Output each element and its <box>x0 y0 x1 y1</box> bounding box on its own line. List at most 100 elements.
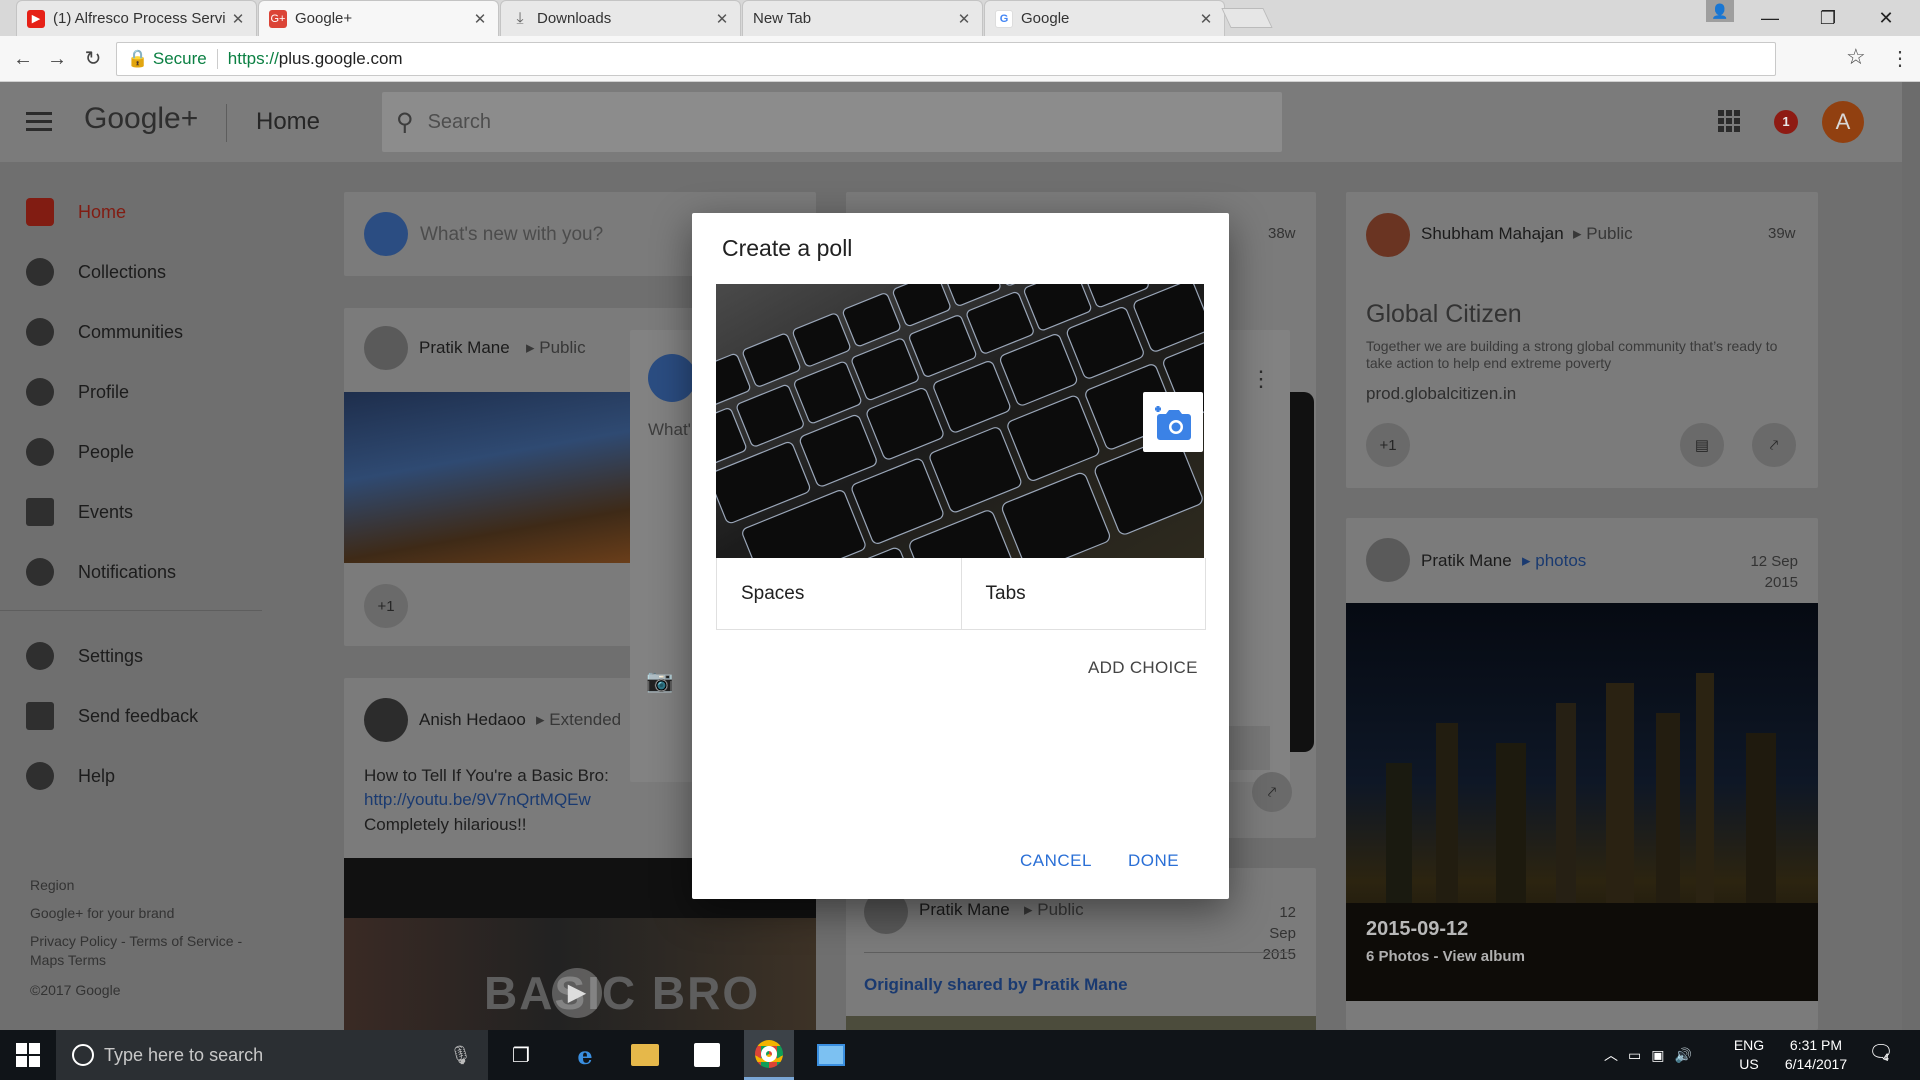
address-bar[interactable]: 🔒 Secure https:// plus.google.com <box>116 42 1776 76</box>
language-indicator[interactable]: ENG US <box>1732 1036 1766 1074</box>
secure-indicator[interactable]: 🔒 Secure <box>127 49 207 69</box>
minimize-button[interactable]: — <box>1742 0 1798 36</box>
post-audience[interactable]: ▸ photos <box>1522 551 1586 571</box>
window-close-button[interactable]: ✕ <box>1858 0 1914 36</box>
forward-arrow-icon[interactable]: → <box>42 46 72 72</box>
share-icon[interactable]: ⤤ <box>1752 423 1796 467</box>
microphone-icon[interactable]: 🎙 <box>449 1045 472 1066</box>
tab-google-plus[interactable]: G+ Google+ ✕ <box>258 0 499 36</box>
task-view-icon[interactable]: ❐ <box>496 1030 546 1080</box>
post-time[interactable]: 12 Sep 2015 <box>1750 551 1798 593</box>
sidebar-item-communities[interactable]: Communities <box>26 302 256 362</box>
sidebar-item-home[interactable]: Home <box>26 182 256 242</box>
google-plus-logo[interactable]: Google+ <box>84 102 198 136</box>
sidebar-item-label: Send feedback <box>78 705 199 726</box>
comment-icon[interactable]: ▤ <box>1680 423 1724 467</box>
sidebar-item-help[interactable]: Help <box>26 746 256 806</box>
tab-new-tab[interactable]: New Tab ✕ <box>742 0 983 36</box>
taskbar-search-input[interactable]: Type here to search 🎙 <box>56 1030 488 1080</box>
post-author[interactable]: Anish Hedaoo <box>419 710 526 730</box>
footer-brand-link[interactable]: Google+ for your brand <box>30 904 270 923</box>
kebab-menu-icon[interactable]: ⋮ <box>1250 366 1272 392</box>
network-icon[interactable]: ▣ <box>1651 1047 1664 1064</box>
album-photo[interactable] <box>1346 603 1818 1001</box>
new-tab-button[interactable] <box>1221 8 1273 28</box>
tab-alfresco[interactable]: ▶ (1) Alfresco Process Servi ✕ <box>16 0 257 36</box>
action-center-icon[interactable]: 🗨 4 <box>1866 1040 1896 1070</box>
app-window-icon[interactable] <box>806 1030 856 1080</box>
cancel-button[interactable]: CANCEL <box>1020 851 1092 871</box>
footer-region-link[interactable]: Region <box>30 876 270 895</box>
post-photo[interactable] <box>846 1016 1316 1030</box>
tab-downloads[interactable]: ⤓ Downloads ✕ <box>500 0 741 36</box>
poll-choice-input[interactable]: Spaces <box>717 558 961 629</box>
composer-text[interactable]: What' <box>648 420 691 440</box>
store-icon[interactable] <box>682 1030 732 1080</box>
plus-one-button[interactable]: +1 <box>1366 423 1410 467</box>
close-icon[interactable]: ✕ <box>956 10 972 28</box>
camera-icon[interactable]: 📷 <box>646 668 673 694</box>
link-title[interactable]: Global Citizen <box>1366 300 1522 329</box>
poll-choice-input[interactable]: Tabs <box>960 558 1206 629</box>
maximize-button[interactable]: ❐ <box>1800 0 1856 36</box>
reload-icon[interactable]: ↻ <box>78 46 108 72</box>
album-date[interactable]: 2015-09-12 <box>1366 918 1468 941</box>
done-button[interactable]: DONE <box>1128 851 1179 871</box>
chevron-up-icon[interactable]: ︿ <box>1604 1045 1618 1065</box>
tab-google[interactable]: G Google ✕ <box>984 0 1225 36</box>
chrome-icon[interactable] <box>744 1030 794 1080</box>
search-input[interactable]: ⚲ Search <box>382 92 1282 152</box>
album-link[interactable]: 6 Photos - View album <box>1366 948 1525 965</box>
post-time[interactable]: 12 Sep 2015 <box>1250 902 1296 965</box>
back-arrow-icon[interactable]: ← <box>8 46 38 72</box>
browser-profile-icon[interactable]: 👤 <box>1706 0 1734 22</box>
avatar <box>364 212 408 256</box>
play-icon[interactable]: ▶ <box>552 968 602 1018</box>
apps-grid-icon[interactable] <box>1718 110 1740 132</box>
poll-image[interactable] <box>716 284 1204 558</box>
post-time[interactable]: 39w <box>1768 225 1796 242</box>
scrollbar[interactable] <box>1902 82 1920 1030</box>
sidebar-item-events[interactable]: Events <box>26 482 256 542</box>
post-author[interactable]: Shubham Mahajan <box>1421 224 1564 244</box>
post-author[interactable]: Pratik Mane <box>919 900 1010 920</box>
post-author[interactable]: Pratik Mane <box>419 338 510 358</box>
plus-one-button[interactable]: +1 <box>364 584 408 628</box>
avatar[interactable] <box>364 698 408 742</box>
avatar[interactable] <box>1366 213 1410 257</box>
composer-placeholder[interactable]: What's new with you? <box>420 224 603 246</box>
avatar[interactable] <box>364 326 408 370</box>
shared-from-link[interactable]: Originally shared by Pratik Mane <box>864 975 1128 995</box>
hamburger-menu-icon[interactable] <box>26 112 52 132</box>
close-icon[interactable]: ✕ <box>1198 10 1214 28</box>
sidebar-item-profile[interactable]: Profile <box>26 362 256 422</box>
kebab-menu-icon[interactable]: ⋮ <box>1890 46 1910 71</box>
footer-legal-links[interactable]: Privacy Policy - Terms of Service - Maps… <box>30 932 260 970</box>
volume-icon[interactable]: 🔊 <box>1674 1047 1691 1064</box>
post-author[interactable]: Pratik Mane <box>1421 551 1512 571</box>
post-link[interactable]: http://youtu.be/9V7nQrtMQEw <box>364 790 591 810</box>
battery-icon[interactable]: ▭ <box>1628 1047 1641 1064</box>
avatar[interactable]: A <box>1822 101 1864 143</box>
bookmark-star-icon[interactable]: ☆ <box>1846 44 1866 70</box>
add-choice-button[interactable]: ADD CHOICE <box>1088 658 1198 678</box>
link-domain[interactable]: prod.globalcitizen.in <box>1366 384 1516 404</box>
windows-start-icon[interactable] <box>16 1043 40 1067</box>
sidebar-item-settings[interactable]: Settings <box>26 626 256 686</box>
post-time[interactable]: 38w <box>1268 225 1296 242</box>
sidebar-item-notifications[interactable]: Notifications <box>26 542 256 602</box>
close-icon[interactable]: ✕ <box>714 10 730 28</box>
close-icon[interactable]: ✕ <box>230 10 246 28</box>
sidebar-item-feedback[interactable]: Send feedback <box>26 686 256 746</box>
post-photo[interactable] <box>344 392 644 563</box>
edge-browser-icon[interactable]: e <box>560 1030 610 1080</box>
add-photo-icon[interactable] <box>1143 392 1203 452</box>
close-icon[interactable]: ✕ <box>472 10 488 28</box>
share-icon[interactable]: ⤤ <box>1252 772 1292 812</box>
sidebar-item-collections[interactable]: Collections <box>26 242 256 302</box>
taskbar-clock[interactable]: 6:31 PM 6/14/2017 <box>1776 1036 1856 1074</box>
file-explorer-icon[interactable] <box>620 1030 670 1080</box>
sidebar-item-people[interactable]: People <box>26 422 256 482</box>
notification-badge[interactable]: 1 <box>1774 110 1798 134</box>
avatar[interactable] <box>1366 538 1410 582</box>
